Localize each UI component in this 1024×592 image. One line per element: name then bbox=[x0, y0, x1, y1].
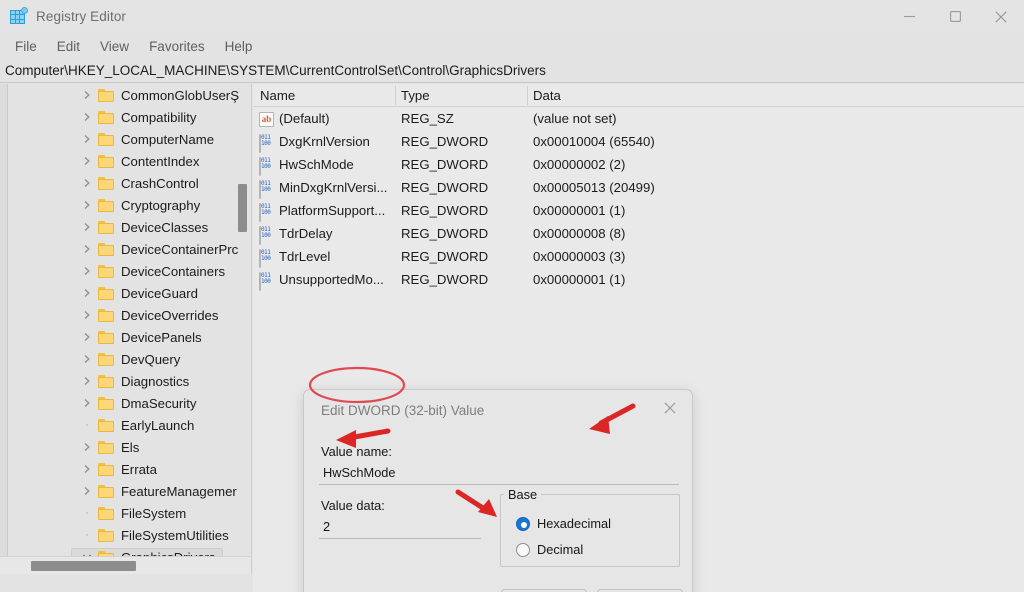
annotation-arrow-ok-button bbox=[455, 489, 497, 517]
menu-view[interactable]: View bbox=[90, 36, 139, 57]
annotation-ellipse-value-name bbox=[308, 366, 406, 404]
menu-favorites[interactable]: Favorites bbox=[139, 36, 215, 57]
minimize-button[interactable] bbox=[886, 0, 932, 33]
close-button[interactable] bbox=[978, 0, 1024, 33]
maximize-button[interactable] bbox=[932, 0, 978, 33]
window-title: Registry Editor bbox=[36, 9, 127, 24]
content-area: CommonGlobUserŞ Compatibility ComputerName… bbox=[0, 84, 1024, 592]
annotation-arrow-value-data bbox=[336, 428, 391, 448]
address-bar[interactable]: Computer\HKEY_LOCAL_MACHINE\SYSTEM\Curre… bbox=[0, 59, 1024, 83]
title-bar[interactable]: Registry Editor bbox=[0, 0, 1024, 33]
annotation-arrow-hexadecimal bbox=[589, 403, 636, 434]
registry-path: Computer\HKEY_LOCAL_MACHINE\SYSTEM\Curre… bbox=[5, 63, 546, 78]
registry-editor-window: Registry Editor File Edit View Favorites… bbox=[0, 0, 1024, 592]
menu-edit[interactable]: Edit bbox=[47, 36, 90, 57]
window-controls bbox=[886, 0, 1024, 33]
menu-bar: File Edit View Favorites Help bbox=[0, 33, 1024, 59]
registry-editor-icon bbox=[10, 7, 28, 25]
menu-file[interactable]: File bbox=[5, 36, 47, 57]
annotation-overlay bbox=[308, 366, 636, 517]
menu-help[interactable]: Help bbox=[215, 36, 263, 57]
